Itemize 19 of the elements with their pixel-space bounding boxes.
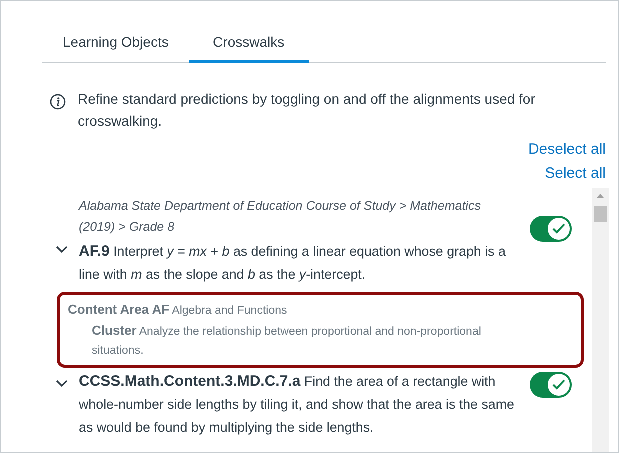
detail-text: Cluster Analyze the relationship between proportional and non-proportional situations. (91, 322, 482, 359)
toggle-switch[interactable] (530, 372, 572, 398)
scroll-thumb[interactable] (594, 206, 607, 222)
tab[interactable]: Learning Objects (43, 30, 189, 63)
check-icon (552, 379, 566, 391)
check-icon (552, 223, 566, 235)
info-text: Refine standard predictions by toggling on and off the alignments used for crosswalking. (78, 90, 536, 131)
toggle-switch[interactable] (530, 216, 572, 242)
scrollbar[interactable] (592, 188, 609, 452)
standard-description: CCSS.Math.Content.3.MD.C.7.a Find the area of a rectangle with whole-number side lengths by tiling it, and show that the area is the same as would be found by multiplying the side lengths. (79, 372, 516, 437)
standard-description: AF.9 Interpret y = mx + b as defining a linear equation whose graph is a line with m as the slope and b as the y-intercept. (79, 242, 507, 284)
select-link[interactable]: Deselect all (528, 140, 606, 160)
chevron-icon[interactable] (55, 244, 69, 254)
select-link[interactable]: Select all (545, 164, 606, 184)
standard-path: Alabama State Department of Education Course of Study > Mathematics (2019) > Grade 8 (79, 198, 482, 236)
chevron-icon[interactable] (55, 378, 69, 388)
info-icon (50, 94, 66, 110)
detail-text: Content Area AF Algebra and Functions (68, 301, 288, 319)
tab[interactable]: Crosswalks (188, 30, 309, 63)
